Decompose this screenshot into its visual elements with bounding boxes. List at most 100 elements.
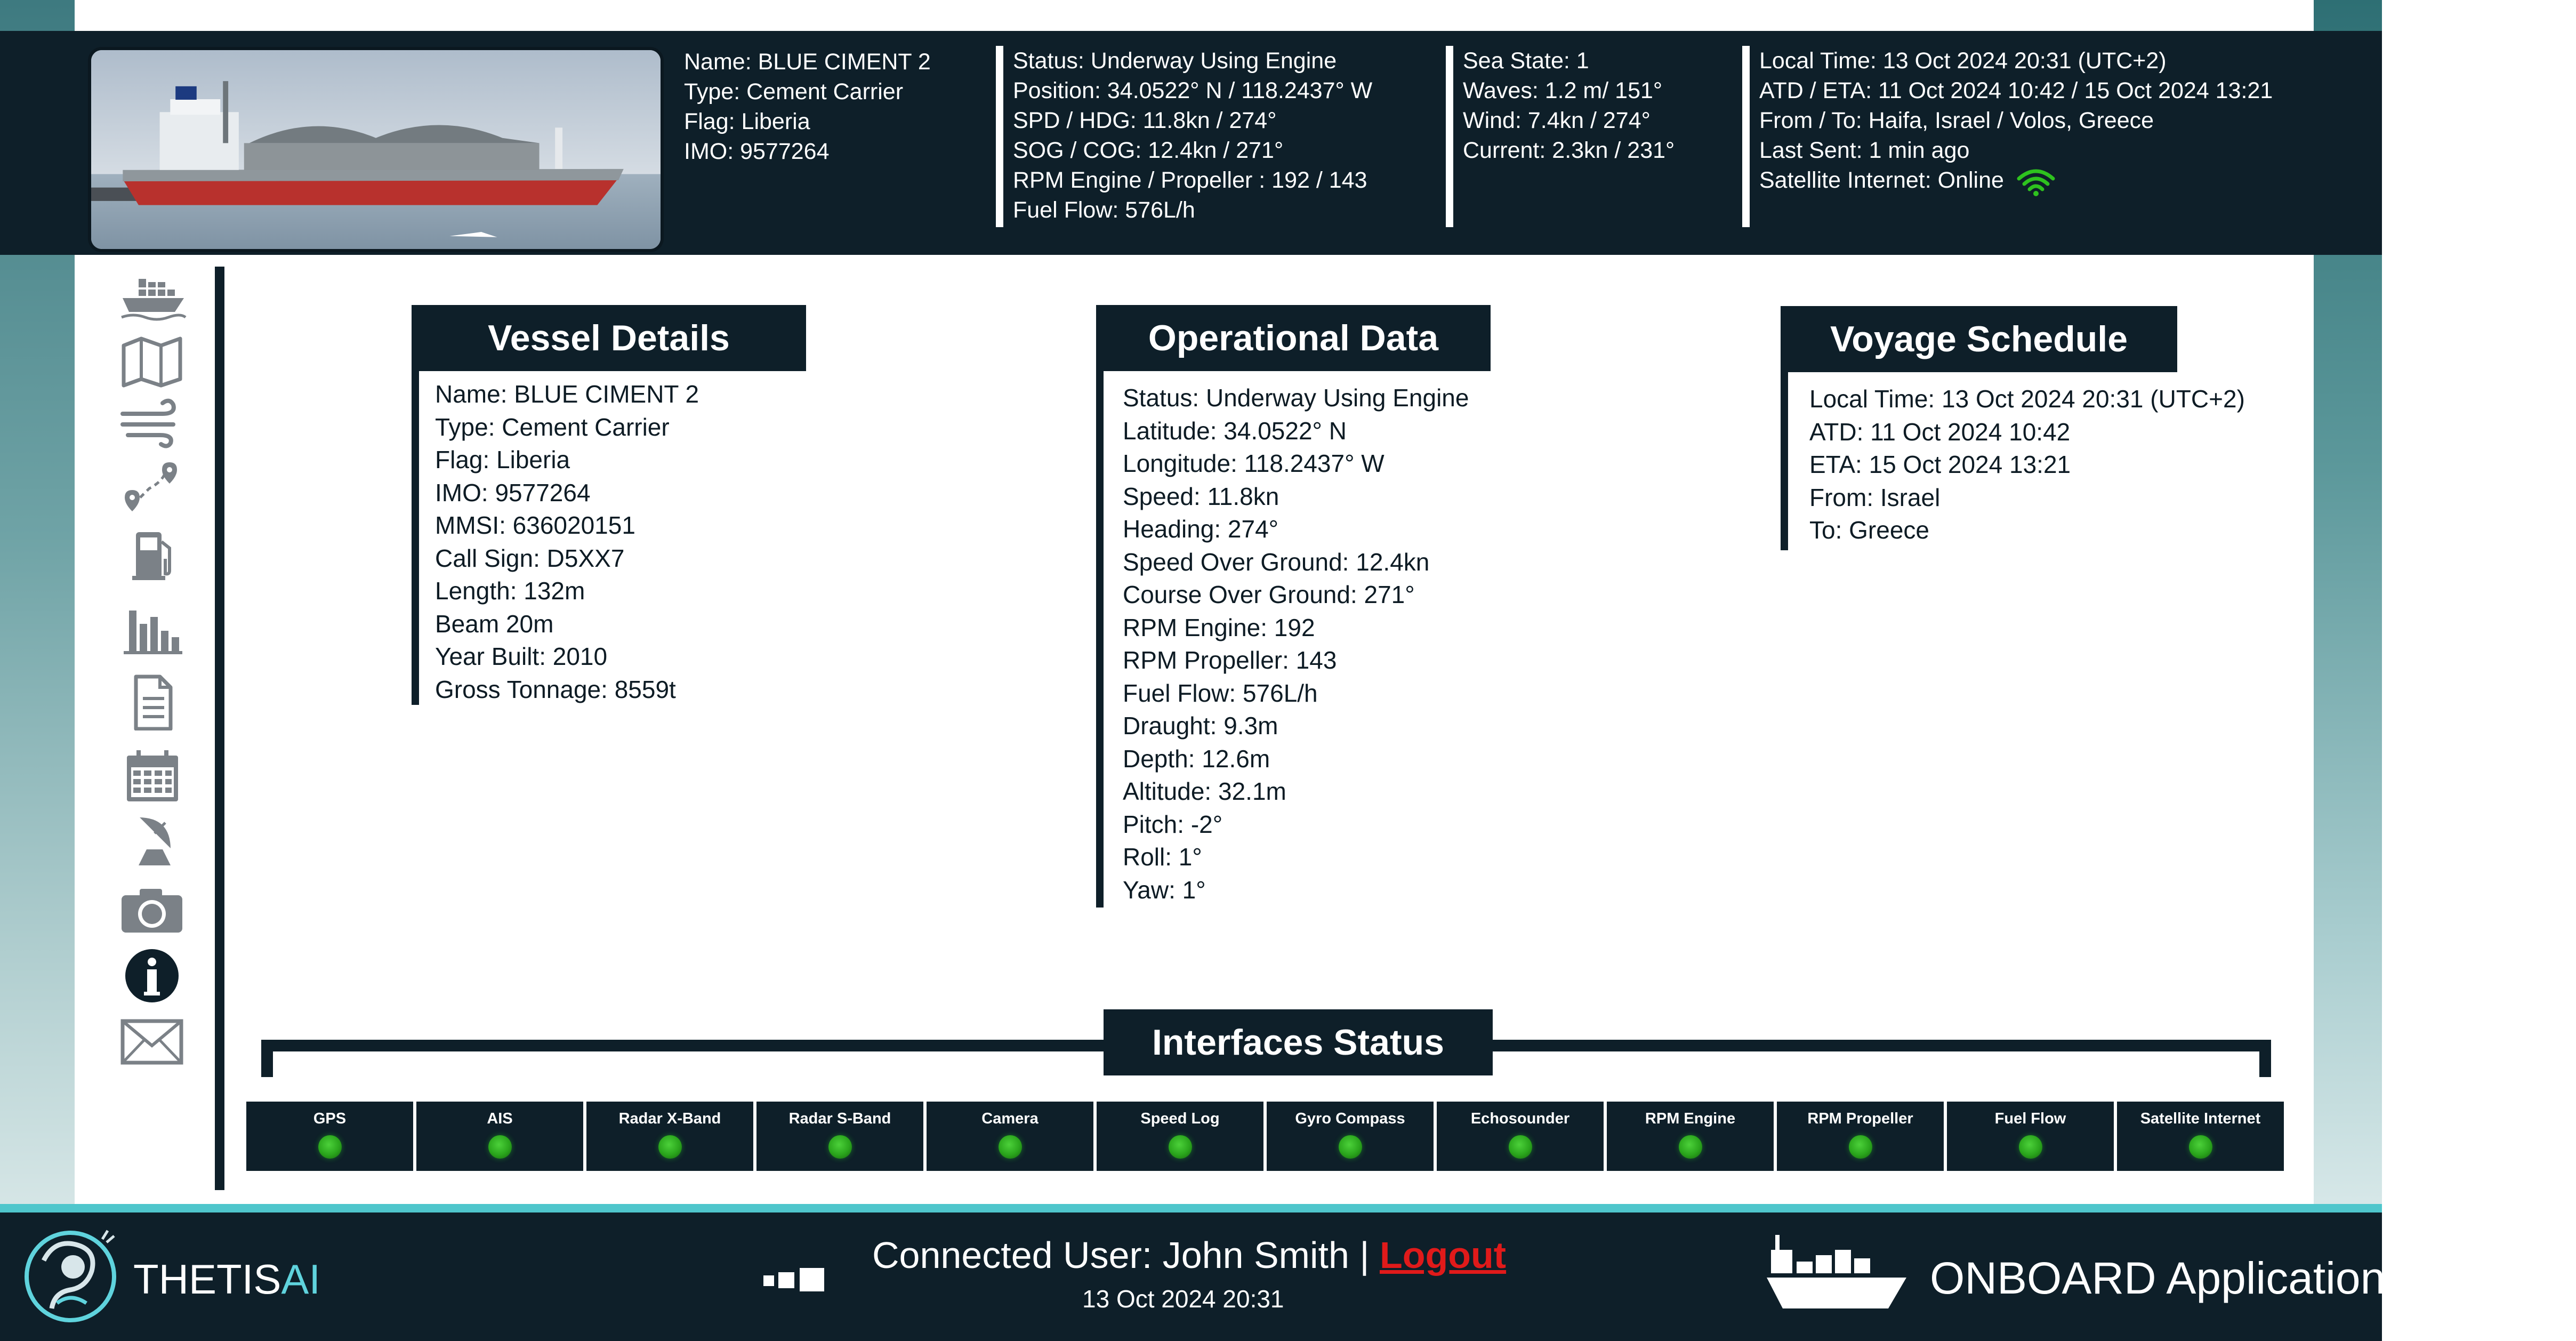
sidebar-nav xyxy=(104,267,200,1098)
header-bar: Name: BLUE CIMENT 2 Type: Cement Carrier… xyxy=(0,31,2382,255)
voyage-schedule-line: ATD: 11 Oct 2024 10:42 xyxy=(1809,417,2071,446)
status-led-icon xyxy=(1508,1135,1532,1159)
interface-rpm-engine[interactable]: RPM Engine xyxy=(1607,1102,1774,1171)
sidebar-item-weather[interactable] xyxy=(112,394,192,452)
operational-data-line: Yaw: 1° xyxy=(1123,876,1206,904)
cargo-ship-icon xyxy=(1767,1235,1906,1308)
vessel-detail-line: Year Built: 2010 xyxy=(435,643,608,670)
interface-radar-x-band[interactable]: Radar X-Band xyxy=(586,1102,753,1171)
sidebar-item-documents[interactable] xyxy=(112,673,192,732)
interface-speed-log[interactable]: Speed Log xyxy=(1097,1102,1263,1171)
vessel-detail-line: Gross Tonnage: 8559t xyxy=(435,675,676,703)
brand-ai: AI xyxy=(281,1256,321,1303)
voyage-schedule-line: Local Time: 13 Oct 2024 20:31 (UTC+2) xyxy=(1809,385,2245,413)
operational-data-line: Draught: 9.3m xyxy=(1123,712,1278,740)
vessel-detail-line: Beam 20m xyxy=(435,609,554,638)
satellite-dish-icon xyxy=(138,816,172,865)
voyage-schedule-list: Local Time: 13 Oct 2024 20:31 (UTC+2) AT… xyxy=(1809,383,2245,547)
interface-label: Camera xyxy=(981,1110,1039,1127)
interface-echosounder[interactable]: Echosounder xyxy=(1437,1102,1604,1171)
wifi-icon xyxy=(2017,169,2055,196)
vessel-type: Type: Cement Carrier xyxy=(684,79,904,105)
window-layout-icon[interactable] xyxy=(761,1266,831,1292)
status-led-icon xyxy=(2018,1135,2042,1159)
interface-radar-s-band[interactable]: Radar S-Band xyxy=(756,1102,923,1171)
sidebar-item-fuel[interactable] xyxy=(112,525,192,584)
ship-icon xyxy=(121,278,187,320)
interface-gyro-compass[interactable]: Gyro Compass xyxy=(1267,1102,1434,1171)
brand-name: THETISAI xyxy=(133,1255,320,1304)
status-led-icon xyxy=(658,1135,682,1159)
interface-label: Radar S-Band xyxy=(788,1110,891,1127)
sidebar-item-camera[interactable] xyxy=(112,879,192,937)
sea-current: Current: 2.3kn / 231° xyxy=(1463,138,1675,163)
operational-data-line: RPM Engine: 192 xyxy=(1123,613,1315,641)
voyage-schedule-line: ETA: 15 Oct 2024 13:21 xyxy=(1809,451,2071,478)
interface-label: Satellite Internet xyxy=(2140,1110,2261,1127)
operational-data-line: Latitude: 34.0522° N xyxy=(1123,416,1347,445)
vessel-details-title: Vessel Details xyxy=(412,305,806,371)
vessel-detail-line: Name: BLUE CIMENT 2 xyxy=(435,380,699,408)
camera-icon xyxy=(122,888,182,933)
sea-wind: Wind: 7.4kn / 274° xyxy=(1463,108,1651,133)
calendar-icon xyxy=(127,750,178,801)
sidebar-item-messages[interactable] xyxy=(112,1012,192,1071)
connected-user-text: Connected User: John Smith | xyxy=(872,1234,1380,1276)
footer-datetime: 13 Oct 2024 20:31 xyxy=(1082,1285,1284,1313)
brand-main: THETIS xyxy=(133,1256,281,1303)
sidebar-item-calendar[interactable] xyxy=(112,746,192,805)
operational-data-line: Fuel Flow: 576L/h xyxy=(1123,679,1318,707)
interface-gps[interactable]: GPS xyxy=(246,1102,413,1171)
nav-fuel-flow: Fuel Flow: 576L/h xyxy=(1013,197,1195,223)
operational-data-line: Pitch: -2° xyxy=(1123,810,1223,838)
sea-waves: Waves: 1.2 m/ 151° xyxy=(1463,78,1663,103)
vessel-details-bar xyxy=(412,368,419,705)
sidebar-item-route[interactable] xyxy=(112,457,192,516)
bar-chart-icon xyxy=(124,610,182,654)
status-led-icon xyxy=(1678,1135,1702,1159)
operational-data-line: Heading: 274° xyxy=(1123,515,1279,543)
vessel-photo[interactable] xyxy=(88,47,664,252)
logout-link[interactable]: Logout xyxy=(1380,1234,1506,1276)
status-led-icon xyxy=(488,1135,512,1159)
sidebar-item-statistics[interactable] xyxy=(112,598,192,657)
satellite-status-row: Satellite Internet: Online xyxy=(1759,165,2273,197)
operational-data-line: Altitude: 32.1m xyxy=(1123,777,1286,805)
operational-data-line: Roll: 1° xyxy=(1123,843,1202,871)
sidebar-item-vessel[interactable] xyxy=(112,267,192,325)
interface-label: AIS xyxy=(487,1110,513,1127)
vessel-photo-image xyxy=(91,50,661,249)
status-led-icon xyxy=(1848,1135,1872,1159)
thetis-logo-icon[interactable] xyxy=(22,1228,118,1324)
interface-rpm-propeller[interactable]: RPM Propeller xyxy=(1777,1102,1944,1171)
status-led-icon xyxy=(2188,1135,2212,1159)
vessel-detail-line: Flag: Liberia xyxy=(435,446,570,473)
interface-label: RPM Propeller xyxy=(1807,1110,1913,1127)
interface-label: Radar X-Band xyxy=(618,1110,721,1127)
fuel-pump-icon xyxy=(132,532,171,580)
sidebar-item-map[interactable] xyxy=(112,331,192,389)
map-icon xyxy=(122,336,182,387)
mail-icon xyxy=(120,1019,183,1064)
interface-label: Fuel Flow xyxy=(1994,1110,2066,1127)
operational-data-list: Status: Underway Using Engine Latitude: … xyxy=(1123,382,1469,906)
interface-fuel-flow[interactable]: Fuel Flow xyxy=(1947,1102,2114,1171)
interface-satellite-internet[interactable]: Satellite Internet xyxy=(2117,1102,2284,1171)
sidebar-item-info[interactable] xyxy=(112,946,192,1005)
navigation-summary: Status: Underway Using Engine Position: … xyxy=(996,46,1372,227)
vessel-details-list: Name: BLUE CIMENT 2 Type: Cement Carrier… xyxy=(435,378,699,706)
vessel-detail-line: MMSI: 636020151 xyxy=(435,511,635,539)
nav-sog-cog: SOG / COG: 12.4kn / 271° xyxy=(1013,138,1284,163)
vessel-name: Name: BLUE CIMENT 2 xyxy=(684,49,931,75)
route-icon xyxy=(125,462,177,511)
info-icon xyxy=(125,949,179,1002)
interface-camera[interactable]: Camera xyxy=(927,1102,1093,1171)
document-icon xyxy=(134,674,173,730)
operational-data-line: Course Over Ground: 271° xyxy=(1123,581,1415,608)
interface-ais[interactable]: AIS xyxy=(416,1102,583,1171)
operational-data-line: Speed: 11.8kn xyxy=(1123,482,1279,510)
wind-icon xyxy=(120,398,176,448)
voyage-atd-eta: ATD / ETA: 11 Oct 2024 10:42 / 15 Oct 20… xyxy=(1759,78,2273,103)
sidebar-item-satellite[interactable] xyxy=(112,810,192,869)
sea-summary: Sea State: 1 Waves: 1.2 m/ 151° Wind: 7.… xyxy=(1446,46,1675,227)
